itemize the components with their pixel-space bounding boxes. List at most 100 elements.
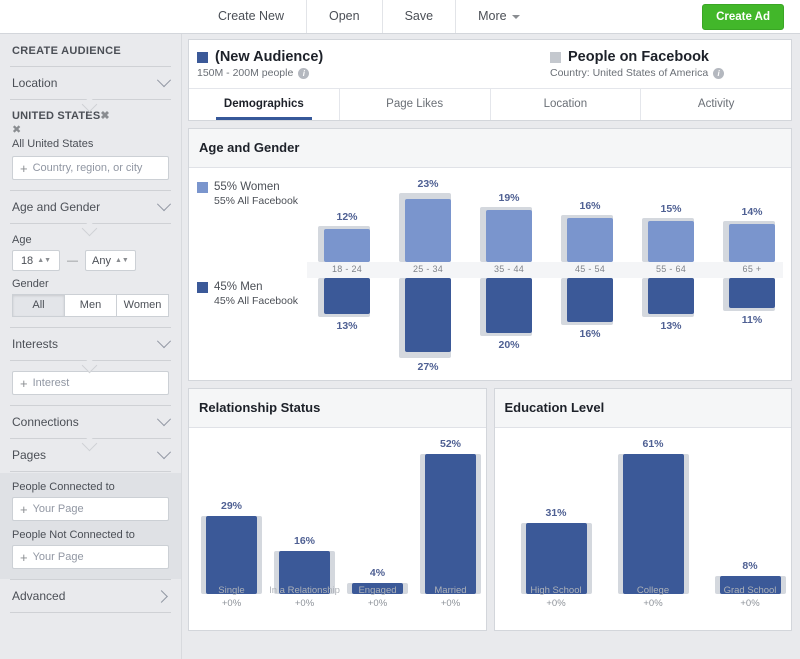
toolbar-more-button[interactable]: More bbox=[455, 0, 541, 33]
bottom-panels-row: Relationship Status 29% Single +0% 16% In a … bbox=[188, 388, 792, 631]
bar-men[interactable] bbox=[486, 278, 532, 333]
toolbar-save-button[interactable]: Save bbox=[381, 0, 456, 33]
bar-women[interactable] bbox=[729, 223, 775, 262]
relationship-panel-title: Relationship Status bbox=[189, 389, 486, 428]
bar-column: 52% Married +0% bbox=[414, 428, 487, 630]
sidebar-section-interests[interactable]: Interests bbox=[0, 328, 181, 360]
legend-men: 45% Men 45% All Facebook bbox=[197, 281, 298, 307]
category-name: Engaged bbox=[358, 585, 397, 596]
legend-women-swatch bbox=[197, 181, 208, 193]
age-group-column: 15% 13% 55 - 64 bbox=[639, 168, 703, 380]
bar-value-label: 29% bbox=[220, 500, 242, 512]
interests-body: + Interest bbox=[0, 368, 181, 405]
category-delta: +0% bbox=[740, 598, 760, 609]
category-delta: +0% bbox=[546, 598, 566, 609]
sidebar: CREATE AUDIENCE Location UNITED STATES✖ … bbox=[0, 34, 182, 659]
age-group-tick-label: 65 + bbox=[742, 264, 762, 274]
age-group-tick-label: 55 - 64 bbox=[655, 264, 687, 274]
stepper-icon: ▲▼ bbox=[114, 256, 129, 264]
section-notch bbox=[10, 224, 171, 231]
age-max-value: Any bbox=[92, 254, 111, 267]
location-input[interactable]: + Country, region, or city bbox=[12, 156, 169, 180]
info-icon[interactable]: i bbox=[298, 67, 310, 79]
tab-demographics[interactable]: Demographics bbox=[189, 89, 339, 120]
category-name: In a Relationship bbox=[269, 585, 340, 596]
category-delta: +0% bbox=[643, 598, 663, 609]
bar[interactable] bbox=[425, 454, 476, 594]
age-min-select[interactable]: 18 ▲▼ bbox=[12, 250, 60, 271]
sidebar-section-interests-label: Interests bbox=[12, 337, 59, 351]
people-connected-input[interactable]: + Your Page bbox=[12, 497, 169, 521]
sidebar-section-age-gender[interactable]: Age and Gender bbox=[0, 191, 181, 223]
plus-icon: + bbox=[20, 160, 28, 176]
divider bbox=[10, 471, 171, 472]
gender-option-women[interactable]: Women bbox=[117, 294, 169, 317]
tab-page-likes[interactable]: Page Likes bbox=[338, 89, 490, 120]
sidebar-section-location-label: Location bbox=[12, 76, 58, 90]
section-notch bbox=[10, 100, 171, 107]
people-not-connected-input[interactable]: + Your Page bbox=[12, 545, 169, 569]
bar-men[interactable] bbox=[324, 278, 370, 314]
bar-women[interactable] bbox=[648, 220, 694, 262]
sidebar-section-connections[interactable]: Connections bbox=[0, 406, 181, 438]
bar-column: 31% High School +0% bbox=[509, 428, 604, 630]
toolbar-create-new-button[interactable]: Create New bbox=[196, 0, 306, 33]
people-not-connected-label: People Not Connected to bbox=[12, 529, 135, 541]
bar-value-label: 8% bbox=[742, 560, 758, 572]
bar-value-label-men: 11% bbox=[741, 314, 763, 326]
category-name: Grad School bbox=[723, 585, 777, 596]
audience-summary-bar: (New Audience) 150M - 200M people i Peop… bbox=[189, 40, 791, 88]
location-body: UNITED STATES✖ ✖ All United States + Cou… bbox=[0, 107, 181, 190]
legend-men-sublabel: 45% All Facebook bbox=[214, 295, 299, 307]
age-range-row: 18 ▲▼ — Any ▲▼ bbox=[12, 250, 169, 271]
sidebar-section-connections-label: Connections bbox=[12, 415, 79, 429]
tab-activity[interactable]: Activity bbox=[640, 89, 791, 120]
interest-input[interactable]: + Interest bbox=[12, 371, 169, 395]
age-group-column: 19% 20% 35 - 44 bbox=[477, 168, 541, 380]
age-group-tick-label: 18 - 24 bbox=[331, 264, 363, 274]
create-ad-button[interactable]: Create Ad bbox=[702, 3, 784, 30]
bar-men[interactable] bbox=[648, 278, 694, 314]
tab-location[interactable]: Location bbox=[489, 89, 641, 120]
category-tick-label: Married +0% bbox=[414, 584, 487, 610]
bar-men[interactable] bbox=[567, 278, 613, 322]
age-group-tick-label: 25 - 34 bbox=[412, 264, 444, 274]
interest-input-placeholder: Interest bbox=[32, 377, 70, 389]
plus-icon: + bbox=[20, 501, 28, 517]
age-group-tick-label: 35 - 44 bbox=[493, 264, 525, 274]
bar-women[interactable] bbox=[486, 209, 532, 262]
audience-comparison: People on Facebook Country: United State… bbox=[438, 49, 791, 79]
bar[interactable] bbox=[622, 454, 684, 594]
age-gender-body: Age 18 ▲▼ — Any ▲▼ Gender All Men Women bbox=[0, 231, 181, 327]
education-level-panel: Education Level 31% High School +0% 61% Coll… bbox=[493, 388, 792, 631]
audience-selected: (New Audience) 150M - 200M people i bbox=[189, 49, 438, 79]
comparison-title: People on Facebook bbox=[568, 49, 709, 65]
bar-column: 29% Single +0% bbox=[195, 428, 268, 630]
bar-women[interactable] bbox=[324, 229, 370, 262]
close-icon[interactable]: ✖ bbox=[12, 125, 21, 136]
age-gender-panel-title: Age and Gender bbox=[189, 129, 791, 168]
toolbar-open-button[interactable]: Open bbox=[306, 0, 382, 33]
close-icon[interactable]: ✖ bbox=[100, 111, 109, 122]
bar-men[interactable] bbox=[729, 278, 775, 309]
bar-value-label-women: 14% bbox=[741, 205, 763, 218]
gender-option-all[interactable]: All bbox=[12, 294, 65, 317]
age-max-select[interactable]: Any ▲▼ bbox=[85, 250, 136, 271]
bar-women[interactable] bbox=[405, 198, 451, 262]
bar[interactable] bbox=[206, 516, 257, 594]
age-min-value: 18 bbox=[20, 254, 34, 267]
sidebar-section-advanced[interactable]: Advanced bbox=[0, 580, 181, 612]
audience-header-card: (New Audience) 150M - 200M people i Peop… bbox=[188, 39, 792, 121]
bar-men[interactable] bbox=[405, 278, 451, 353]
age-group-column: 16% 16% 45 - 54 bbox=[558, 168, 622, 380]
education-panel-title: Education Level bbox=[494, 389, 791, 428]
category-tick-label: In a Relationship +0% bbox=[268, 584, 341, 610]
gender-label: Gender bbox=[12, 278, 49, 290]
location-input-placeholder: Country, region, or city bbox=[32, 162, 143, 174]
sidebar-section-location[interactable]: Location bbox=[0, 67, 181, 99]
gender-option-men[interactable]: Men bbox=[65, 294, 117, 317]
bar-value-label-men: 20% bbox=[498, 338, 520, 351]
range-dash: — bbox=[67, 254, 78, 267]
info-icon[interactable]: i bbox=[713, 67, 725, 79]
bar-women[interactable] bbox=[567, 218, 613, 262]
